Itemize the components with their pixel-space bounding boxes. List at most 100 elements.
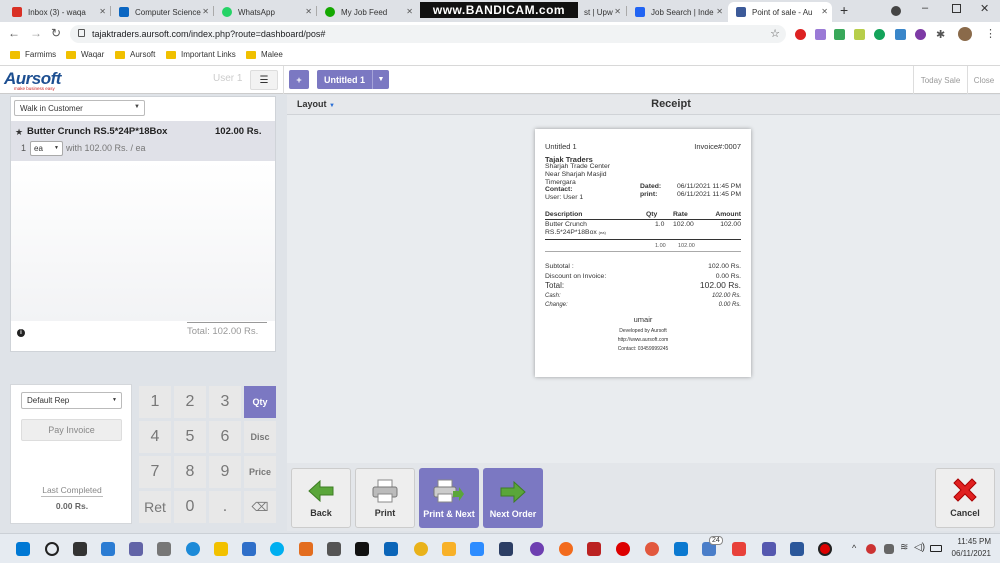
info-icon[interactable]: i: [17, 329, 25, 337]
f-extension-icon[interactable]: [895, 29, 906, 40]
battery-icon[interactable]: [930, 545, 942, 552]
key-5[interactable]: 5: [174, 421, 206, 453]
sublime-icon[interactable]: [299, 542, 313, 556]
key-7[interactable]: 7: [139, 456, 171, 488]
ssms-icon[interactable]: [499, 542, 513, 556]
file-explorer-icon[interactable]: [214, 542, 228, 556]
tab-upwork-feed[interactable]: My Job Feed ✕: [317, 2, 417, 22]
customer-select[interactable]: Walk in Customer ▼: [14, 100, 145, 116]
order-tab-untitled-1[interactable]: Untitled 1: [317, 70, 372, 89]
chevron-up-icon[interactable]: ^: [852, 543, 856, 553]
widgets-icon[interactable]: [101, 542, 115, 556]
chat-icon[interactable]: [129, 542, 143, 556]
url-bar[interactable]: tajaktraders.aursoft.com/index.php?route…: [70, 25, 786, 43]
chrome-icon[interactable]: [414, 542, 428, 556]
teams-icon[interactable]: [762, 542, 776, 556]
key-6[interactable]: 6: [209, 421, 241, 453]
cart-line-item[interactable]: ★ Butter Crunch RS.5*24P*18Box 102.00 Rs…: [11, 121, 275, 161]
calculator-icon[interactable]: [327, 542, 341, 556]
avatar[interactable]: [958, 27, 972, 41]
tray-cloud-icon[interactable]: [884, 544, 894, 554]
filezilla-icon[interactable]: [587, 542, 601, 556]
search-icon[interactable]: [45, 542, 59, 556]
firefox-icon[interactable]: [645, 542, 659, 556]
tab-linkedin[interactable]: Computer Science ✕: [111, 2, 213, 22]
close-icon[interactable]: ✕: [716, 7, 723, 16]
key-disc[interactable]: Disc: [244, 421, 276, 453]
key-dot[interactable]: .: [209, 491, 241, 523]
favorite-star-icon[interactable]: ★: [15, 127, 23, 138]
next-order-button[interactable]: Next Order: [483, 468, 543, 528]
close-icon[interactable]: ✕: [821, 7, 828, 16]
clock-date[interactable]: 06/11/2021: [948, 549, 991, 558]
key-4[interactable]: 4: [139, 421, 171, 453]
backspace-icon[interactable]: ⌫: [244, 491, 276, 523]
pen-extension-icon[interactable]: [815, 29, 826, 40]
today-sale-button[interactable]: Today Sale: [913, 66, 967, 94]
mail-icon[interactable]: [242, 542, 256, 556]
recording-icon[interactable]: [818, 542, 832, 556]
back-arrow-icon[interactable]: ←: [8, 26, 20, 40]
tab-whatsapp[interactable]: WhatsApp ✕: [214, 2, 316, 22]
key-0[interactable]: 0: [174, 491, 206, 523]
key-8[interactable]: 8: [174, 456, 206, 488]
zoom-icon[interactable]: [470, 542, 484, 556]
new-tab-button[interactable]: +: [840, 2, 848, 18]
github-icon[interactable]: [530, 542, 544, 556]
star-icon[interactable]: ☆: [770, 27, 780, 40]
close-icon[interactable]: ✕: [202, 7, 209, 16]
speaker-icon[interactable]: ◁): [914, 542, 925, 553]
chevron-down-icon[interactable]: ▼: [372, 70, 389, 89]
key-price[interactable]: Price: [244, 456, 276, 488]
close-pos-button[interactable]: Close: [967, 66, 1000, 94]
grammarly-extension-icon[interactable]: [874, 29, 885, 40]
cancel-button[interactable]: Cancel: [935, 468, 995, 528]
vscode-icon[interactable]: [674, 542, 688, 556]
postman-icon[interactable]: [559, 542, 573, 556]
key-3[interactable]: 3: [209, 386, 241, 418]
key-1[interactable]: 1: [139, 386, 171, 418]
tab-indeed[interactable]: Job Search | Inde ✕: [627, 2, 727, 22]
hexagon-app-icon[interactable]: [442, 542, 456, 556]
close-icon[interactable]: ✕: [406, 7, 413, 16]
anydesk-icon[interactable]: [732, 542, 746, 556]
tab-search-icon[interactable]: [891, 6, 901, 16]
bookmark-waqar[interactable]: Waqar: [66, 50, 104, 59]
key-qty[interactable]: Qty: [244, 386, 276, 418]
forward-arrow-icon[interactable]: →: [30, 26, 42, 40]
bookmark-aursoft[interactable]: Aursoft: [115, 50, 155, 59]
tab-gmail[interactable]: Inbox (3) - waqa ✕: [4, 2, 110, 22]
maximize-button[interactable]: [952, 4, 961, 13]
edge-icon[interactable]: [186, 542, 200, 556]
skype-icon[interactable]: [270, 542, 284, 556]
puzzle-icon[interactable]: ✱: [936, 28, 945, 41]
task-view-icon[interactable]: [73, 542, 87, 556]
reload-icon[interactable]: ↻: [51, 26, 61, 40]
rep-select[interactable]: Default Rep ▼: [21, 392, 122, 409]
print-button[interactable]: Print: [355, 468, 415, 528]
back-button[interactable]: Back: [291, 468, 351, 528]
close-icon[interactable]: ✕: [305, 7, 312, 16]
menu-kebab-icon[interactable]: ⋮: [985, 27, 996, 40]
bookmark-malee[interactable]: Malee: [246, 50, 283, 59]
pay-invoice-button[interactable]: Pay Invoice: [21, 419, 122, 441]
hamburger-menu-icon[interactable]: ☰: [250, 70, 278, 90]
opera-extension-icon[interactable]: [795, 29, 806, 40]
wifi-icon[interactable]: ≋: [900, 542, 908, 553]
record-icon[interactable]: [616, 542, 630, 556]
word-icon[interactable]: [790, 542, 804, 556]
minimize-button[interactable]: –: [922, 2, 928, 14]
grid-extension-icon[interactable]: [854, 29, 865, 40]
key-9[interactable]: 9: [209, 456, 241, 488]
n-extension-icon[interactable]: [834, 29, 845, 40]
outlook-icon[interactable]: [384, 542, 398, 556]
tray-icon[interactable]: [866, 544, 876, 554]
tab-point-of-sale[interactable]: Point of sale - Au ✕: [728, 2, 832, 22]
add-order-button[interactable]: +: [289, 70, 309, 89]
close-icon[interactable]: ✕: [99, 7, 106, 16]
clock-time[interactable]: 11:45 PM: [955, 537, 991, 546]
key-2[interactable]: 2: [174, 386, 206, 418]
bookmark-important-links[interactable]: Important Links: [166, 50, 236, 59]
files-icon[interactable]: [157, 542, 171, 556]
key-ret[interactable]: Ret: [139, 491, 171, 523]
